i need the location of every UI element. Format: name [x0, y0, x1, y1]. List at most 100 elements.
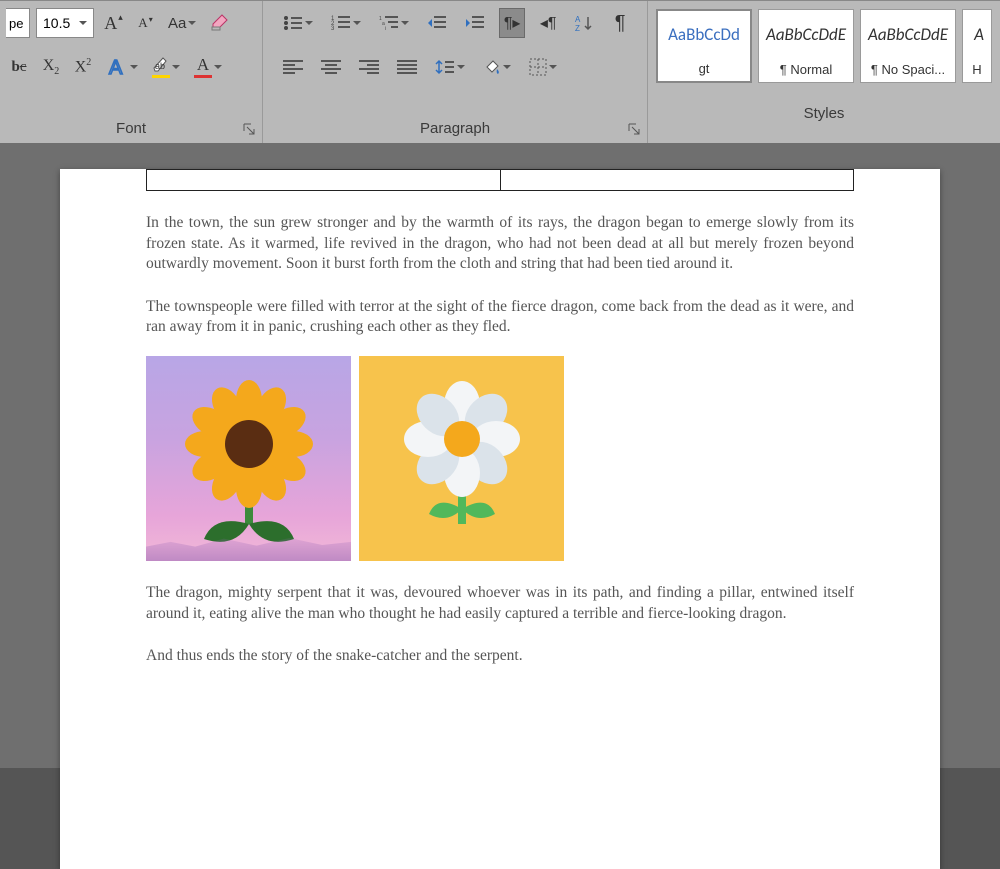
- font-color-swatch: [194, 75, 212, 78]
- line-spacing-icon: [435, 58, 455, 76]
- highlight-color-button[interactable]: ab: [148, 52, 184, 82]
- font-size-value: 10.5: [43, 15, 70, 31]
- style-card-no-spacing[interactable]: AaBbCcDdE ¶ No Spaci...: [860, 9, 956, 83]
- borders-button[interactable]: [525, 52, 561, 82]
- numbering-icon: 1 2 3: [331, 14, 351, 32]
- align-left-button[interactable]: [279, 52, 307, 82]
- font-dialog-launcher-icon[interactable]: [243, 123, 255, 135]
- increase-indent-icon: [465, 14, 485, 32]
- bullets-icon: [283, 14, 303, 32]
- rtl-direction-button[interactable]: ◂¶: [535, 8, 561, 38]
- group-font: pe 10.5 A ▴ A ▾ Aa: [0, 1, 263, 143]
- shading-button[interactable]: [479, 52, 515, 82]
- highlight-swatch: [152, 75, 170, 78]
- align-center-icon: [321, 59, 341, 75]
- change-case-label: Aa: [168, 15, 186, 32]
- ltr-direction-button[interactable]: ¶▸: [499, 8, 525, 38]
- justify-icon: [397, 59, 417, 75]
- page[interactable]: In the town, the sun grew stronger and b…: [60, 169, 940, 869]
- font-name-visible: pe: [9, 16, 23, 31]
- decrease-indent-icon: [427, 14, 447, 32]
- justify-button[interactable]: [393, 52, 421, 82]
- decrease-font-size-button[interactable]: A ▾: [132, 8, 158, 38]
- subscript-button[interactable]: X2: [38, 52, 64, 82]
- paragraph[interactable]: And thus ends the story of the snake-cat…: [146, 646, 854, 667]
- style-name: ¶ No Spaci...: [861, 59, 955, 82]
- group-styles: AaBbCcDd gt AaBbCcDdE ¶ Normal AaBbCcDdE…: [648, 1, 1000, 143]
- superscript-icon: X2: [75, 57, 92, 76]
- caret-down-icon: ▾: [149, 15, 153, 24]
- paragraph[interactable]: The dragon, mighty serpent that it was, …: [146, 583, 854, 624]
- style-name: gt: [658, 58, 750, 81]
- style-preview: AaBbCcDd: [658, 11, 750, 58]
- svg-text:i: i: [385, 26, 386, 32]
- style-card-normal[interactable]: AaBbCcDdE ¶ Normal: [758, 9, 854, 83]
- font-name-combo[interactable]: pe: [6, 8, 30, 38]
- style-preview: AaBbCcDdE: [759, 10, 853, 59]
- text-effects-button[interactable]: A: [102, 52, 142, 82]
- caret-up-icon: ▴: [118, 12, 123, 23]
- document-area[interactable]: In the town, the sun grew stronger and b…: [0, 143, 1000, 768]
- subscript-icon: X2: [43, 57, 60, 77]
- eraser-icon: [210, 13, 232, 33]
- change-case-button[interactable]: Aa: [164, 8, 200, 38]
- clear-formatting-button[interactable]: [206, 8, 236, 38]
- highlighter-icon: ab: [152, 57, 170, 73]
- svg-text:ab: ab: [155, 61, 165, 71]
- story-body[interactable]: In the town, the sun grew stronger and b…: [146, 213, 854, 667]
- multilevel-list-button[interactable]: 1 a i: [375, 8, 413, 38]
- font-color-button[interactable]: A: [190, 52, 226, 82]
- paragraph[interactable]: The townspeople were filled with terror …: [146, 297, 854, 338]
- group-paragraph: 1 2 3 1 a i: [263, 1, 648, 143]
- font-size-combo[interactable]: 10.5: [36, 8, 94, 38]
- line-spacing-button[interactable]: [431, 52, 469, 82]
- text-effects-icon: A: [106, 56, 128, 78]
- multilevel-list-icon: 1 a i: [379, 14, 399, 32]
- sort-icon: A Z: [575, 14, 593, 32]
- align-right-button[interactable]: [355, 52, 383, 82]
- style-name: H: [963, 59, 991, 82]
- group-label-styles: Styles: [648, 87, 1000, 128]
- increase-font-a: A: [104, 13, 117, 34]
- table-cell[interactable]: [146, 169, 501, 191]
- svg-text:Z: Z: [575, 24, 580, 32]
- svg-text:A: A: [109, 57, 123, 78]
- svg-text:3: 3: [331, 26, 335, 32]
- superscript-button[interactable]: X2: [70, 52, 96, 82]
- align-left-icon: [283, 59, 303, 75]
- bold-b-icon: b: [11, 59, 19, 76]
- paragraph-dialog-launcher-icon[interactable]: [628, 123, 640, 135]
- ribbon: pe 10.5 A ▴ A ▾ Aa: [0, 0, 1000, 143]
- borders-icon: [529, 58, 547, 76]
- group-label-paragraph: Paragraph: [263, 115, 647, 143]
- align-center-button[interactable]: [317, 52, 345, 82]
- decrease-indent-button[interactable]: [423, 8, 451, 38]
- decrease-font-a: A: [138, 15, 147, 31]
- show-paragraph-marks-button[interactable]: ¶: [607, 8, 633, 38]
- table-cell[interactable]: [501, 169, 855, 191]
- style-card-heading1-partial[interactable]: A H: [962, 9, 992, 83]
- style-preview: AaBbCcDdE: [861, 10, 955, 59]
- svg-text:A: A: [575, 15, 581, 24]
- style-preview: A: [963, 10, 991, 59]
- style-card-gt[interactable]: AaBbCcDd gt: [656, 9, 752, 83]
- white-flower-icon: [387, 374, 537, 544]
- pilcrow-ltr-icon: ¶▸: [504, 13, 521, 33]
- image-white-flower[interactable]: [359, 356, 564, 561]
- align-right-icon: [359, 59, 379, 75]
- pilcrow-rtl-icon: ◂¶: [540, 13, 557, 33]
- numbering-button[interactable]: 1 2 3: [327, 8, 365, 38]
- sort-button[interactable]: A Z: [571, 8, 597, 38]
- image-sunflower[interactable]: [146, 356, 351, 561]
- paragraph[interactable]: In the town, the sun grew stronger and b…: [146, 213, 854, 275]
- pilcrow-icon: ¶: [615, 12, 626, 35]
- table-row-partial[interactable]: [146, 169, 854, 191]
- paint-bucket-icon: [483, 58, 501, 76]
- bullets-button[interactable]: [279, 8, 317, 38]
- font-color-a-icon: A: [197, 56, 209, 73]
- increase-font-size-button[interactable]: A ▴: [100, 8, 126, 38]
- bold-trailing-button[interactable]: bc: [6, 52, 32, 82]
- group-label-font: Font: [0, 115, 262, 143]
- increase-indent-button[interactable]: [461, 8, 489, 38]
- style-name: ¶ Normal: [759, 59, 853, 82]
